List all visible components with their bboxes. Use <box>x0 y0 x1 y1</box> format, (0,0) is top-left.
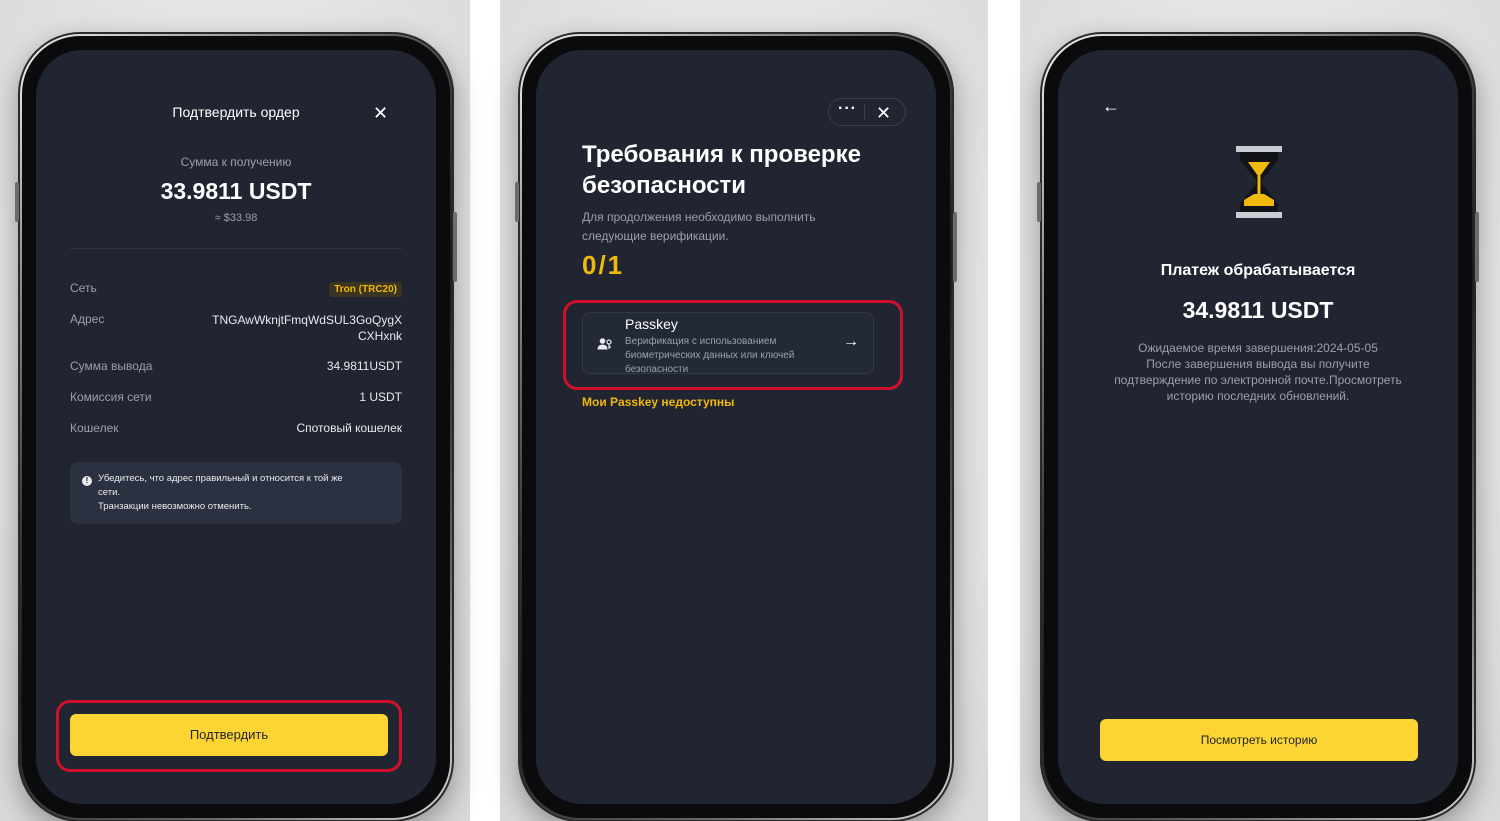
volume-button <box>515 182 519 222</box>
page-title: Требования к проверке безопасности <box>582 139 861 201</box>
passkey-desc-line-2: биометрических данных или ключей <box>625 350 795 361</box>
screen-confirm-order: Подтвердить ордер ✕ Сумма к получению 33… <box>36 50 436 804</box>
desc-line-2: следующие верификации. <box>582 229 729 243</box>
passkey-unavailable-link[interactable]: Мои Passkey недоступны <box>582 395 734 409</box>
info-icon: ! <box>82 476 92 486</box>
row-label-address: Адрес <box>70 312 105 326</box>
note-line-3: подтверждение по электронной почте.Просм… <box>1114 373 1402 387</box>
description: Для продолжения необходимо выполнить сле… <box>582 208 816 246</box>
address-value: TNGAwWknjtFmqWdSUL3GoQygX CXHxnk <box>212 312 402 344</box>
row-label-network-fee: Комиссия сети <box>70 390 152 404</box>
passkey-title: Passkey <box>625 316 678 332</box>
title-line-2: безопасности <box>582 172 747 199</box>
network-fee-value: 1 USDT <box>359 390 402 404</box>
completion-note: Ожидаемое время завершения:2024-05-05 По… <box>1098 340 1418 404</box>
passkey-card[interactable]: Passkey Верификация с использованием био… <box>582 312 874 377</box>
hourglass-icon <box>1234 146 1284 218</box>
passkey-desc-line-1: Верификация с использованием <box>625 336 777 347</box>
withdraw-amount-value: 34.9811USDT <box>326 359 402 373</box>
note-line-1: Ожидаемое время завершения:2024-05-05 <box>1138 341 1378 355</box>
warning-text: Убедитесь, что адрес правильный и относи… <box>98 472 392 514</box>
receive-approx: ≈ $33.98 <box>214 212 258 224</box>
address-line-2: CXHxnk <box>357 329 402 343</box>
warning-line-1: Убедитесь, что адрес правильный и относи… <box>98 473 343 484</box>
phone-bezel: ··· ✕ Требования к проверке безопасности… <box>522 36 950 818</box>
row-label-network: Сеть <box>70 281 97 295</box>
phone-bezel: ← Платеж обрабатывается 34.9811 USDT Ожи… <box>1044 36 1472 818</box>
more-icon[interactable]: ··· <box>838 100 857 118</box>
phone-payment-processing: ← Платеж обрабатывается 34.9811 USDT Ожи… <box>1037 32 1479 821</box>
note-line-4: историю последних обновлений. <box>1166 389 1350 403</box>
desc-line-1: Для продолжения необходимо выполнить <box>582 210 816 224</box>
warning-box: ! Убедитесь, что адрес правильный и отно… <box>70 462 402 524</box>
passkey-description: Верификация с использованием биометричес… <box>625 335 794 377</box>
confirm-button[interactable]: Подтвердить <box>70 714 388 756</box>
note-line-2: После завершения вывода вы получите <box>1146 357 1370 371</box>
power-button <box>953 212 957 282</box>
close-icon[interactable]: ✕ <box>373 104 388 122</box>
phone-security-verification: ··· ✕ Требования к проверке безопасности… <box>515 32 957 821</box>
power-button <box>453 212 457 282</box>
status-heading: Платеж обрабатывается <box>1160 262 1356 279</box>
row-label-withdraw-amount: Сумма вывода <box>70 359 153 373</box>
title-line-1: Требования к проверке <box>582 141 861 168</box>
screen-payment-processing: ← Платеж обрабатывается 34.9811 USDT Ожи… <box>1058 50 1458 804</box>
view-history-button[interactable]: Посмотреть историю <box>1100 719 1418 761</box>
network-badge: Tron (TRC20) <box>329 279 402 297</box>
warning-line-3: Транзакции невозможно отменить. <box>98 501 252 512</box>
receive-amount: 33.9811 USDT <box>160 178 312 204</box>
pill-divider <box>864 104 865 120</box>
arrow-right-icon: → <box>843 333 859 350</box>
warning-line-2: сети. <box>98 487 121 498</box>
processing-amount: 34.9811 USDT <box>1182 297 1334 323</box>
verification-progress: 0/1 <box>582 250 625 280</box>
divider <box>70 248 402 249</box>
receive-label: Сумма к получению <box>180 155 292 169</box>
screen-security-verification: ··· ✕ Требования к проверке безопасности… <box>536 50 936 804</box>
close-icon[interactable]: ✕ <box>876 104 891 122</box>
address-line-1: TNGAwWknjtFmqWdSUL3GoQygX <box>212 313 402 327</box>
row-label-wallet: Кошелек <box>70 421 119 435</box>
passkey-desc-line-3: безопасности <box>625 364 689 375</box>
volume-button <box>15 182 19 222</box>
phone-confirm-order: Подтвердить ордер ✕ Сумма к получению 33… <box>15 32 457 821</box>
wallet-value: Спотовый кошелек <box>296 421 402 435</box>
volume-button <box>1037 182 1041 222</box>
power-button <box>1475 212 1479 282</box>
users-icon <box>597 337 613 351</box>
phone-bezel: Подтвердить ордер ✕ Сумма к получению 33… <box>22 36 450 818</box>
back-arrow-icon[interactable]: ← <box>1102 96 1120 117</box>
network-value: Tron (TRC20) <box>329 282 402 297</box>
